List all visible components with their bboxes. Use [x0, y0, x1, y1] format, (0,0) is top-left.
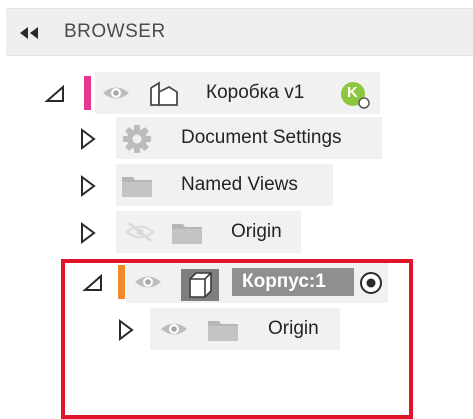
document-settings-label: Document Settings: [181, 127, 342, 148]
collapse-panel-icon[interactable]: [18, 26, 40, 40]
tree-node-document-settings[interactable]: Document Settings: [0, 117, 473, 159]
expanded-triangle-icon[interactable]: [44, 85, 66, 103]
design-document-icon: [150, 81, 178, 106]
origin-label: Origin: [231, 221, 282, 242]
gear-icon: [123, 125, 151, 153]
tree-node-root[interactable]: Коробка v1 K: [0, 72, 473, 114]
root-label: Коробка v1: [206, 82, 305, 103]
browser-title: BROWSER: [64, 21, 166, 42]
folder-icon: [172, 224, 202, 244]
user-badge-letter: K: [347, 84, 358, 101]
tree-node-origin[interactable]: Origin: [0, 211, 473, 253]
collapsed-triangle-icon[interactable]: [80, 222, 96, 244]
collapsed-triangle-icon[interactable]: [80, 175, 96, 197]
tree-node-named-views[interactable]: Named Views: [0, 164, 473, 206]
collapsed-triangle-icon[interactable]: [80, 128, 96, 150]
eye-icon[interactable]: [101, 82, 131, 104]
folder-icon: [122, 177, 152, 197]
named-views-label: Named Views: [181, 174, 298, 195]
browser-header: BROWSER: [6, 8, 473, 56]
selection-highlight-frame: [61, 259, 413, 419]
eye-hidden-icon[interactable]: [125, 221, 155, 243]
root-color-marker: [84, 76, 91, 110]
